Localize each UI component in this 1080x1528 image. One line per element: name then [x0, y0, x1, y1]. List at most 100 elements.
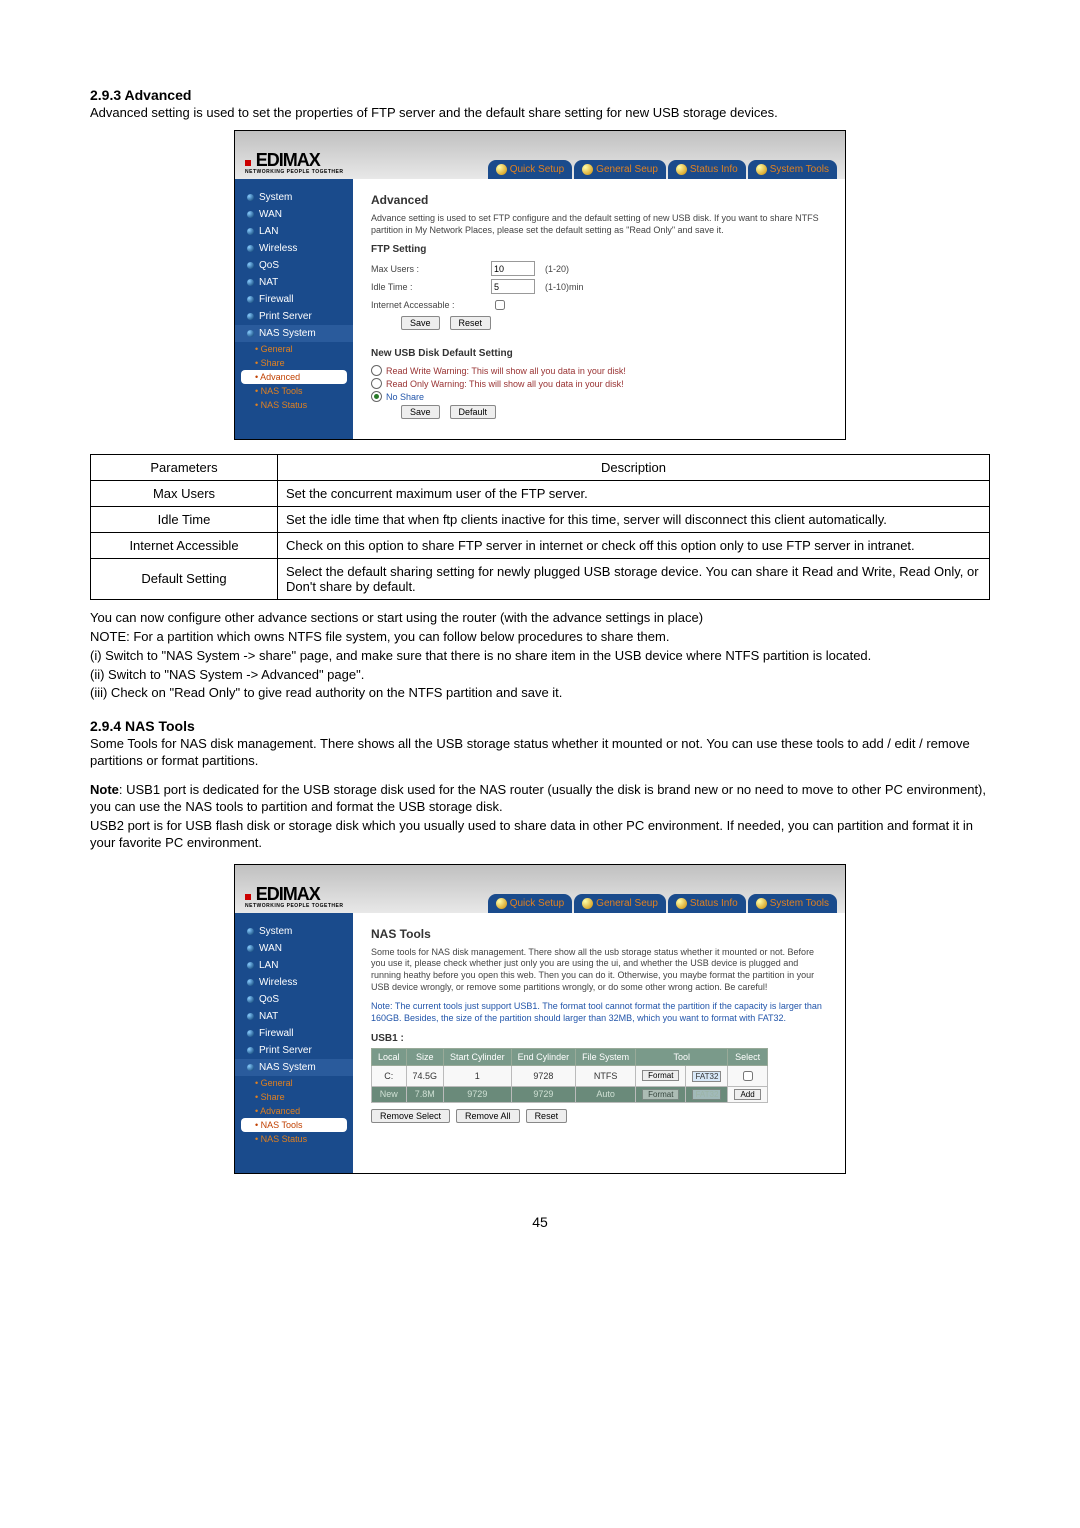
param-name: Max Users: [91, 480, 278, 506]
content-intro: Advance setting is used to set FTP confi…: [371, 213, 827, 236]
sidebar-item-nat[interactable]: NAT: [235, 274, 353, 291]
remove-select-button[interactable]: Remove Select: [371, 1109, 450, 1123]
radio-read-only[interactable]: Read Only Warning: This will show all yo…: [371, 378, 827, 389]
max-users-input[interactable]: [491, 261, 535, 276]
sidebar-sub-advanced[interactable]: • Advanced: [241, 370, 347, 384]
cell-tool-sel: FAT32: [686, 1086, 728, 1102]
section-intro-advanced: Advanced setting is used to set the prop…: [90, 105, 990, 122]
sidebar-item-qos[interactable]: QoS: [235, 991, 353, 1008]
bullet-icon: [247, 330, 254, 337]
sidebar-item-wireless[interactable]: Wireless: [235, 974, 353, 991]
sidebar-item-firewall[interactable]: Firewall: [235, 1025, 353, 1042]
cell-tool-sel: FAT32: [686, 1065, 728, 1086]
add-button[interactable]: Add: [734, 1089, 760, 1100]
sidebar-sub-nas-status[interactable]: • NAS Status: [235, 398, 353, 412]
sidebar-item-wan[interactable]: WAN: [235, 940, 353, 957]
idle-time-range: (1-10)min: [545, 282, 584, 292]
bullet-icon: [247, 1064, 254, 1071]
remove-all-button[interactable]: Remove All: [456, 1109, 520, 1123]
sidebar-sub-nas-tools[interactable]: • NAS Tools: [235, 384, 353, 398]
sidebar-item-print-server[interactable]: Print Server: [235, 308, 353, 325]
sidebar-item-print-server[interactable]: Print Server: [235, 1042, 353, 1059]
format-button: Format: [642, 1089, 679, 1100]
th-local: Local: [372, 1048, 407, 1065]
nav-tabs: Quick Setup General Seup Status Info Sys…: [488, 160, 837, 179]
nas-tools-note: Note: USB1 port is dedicated for the USB…: [90, 782, 990, 816]
bullet-icon: [247, 1013, 254, 1020]
advance-note-p2: NOTE: For a partition which owns NTFS fi…: [90, 629, 990, 646]
th-description: Description: [278, 454, 990, 480]
bullet-icon: [247, 313, 254, 320]
sidebar: System WAN LAN Wireless QoS NAT Firewall…: [235, 179, 353, 439]
tab-general-setup[interactable]: General Seup: [574, 160, 666, 179]
bullet-icon: [247, 996, 254, 1003]
nas-tools-intro: Some Tools for NAS disk management. Ther…: [90, 736, 990, 770]
format-select[interactable]: FAT32: [692, 1071, 721, 1082]
sidebar-sub-share[interactable]: • Share: [235, 356, 353, 370]
sidebar-item-wan[interactable]: WAN: [235, 206, 353, 223]
idle-time-input[interactable]: [491, 279, 535, 294]
logo-text: EDIMAX: [256, 150, 320, 170]
tab-status-info[interactable]: Status Info: [668, 894, 746, 913]
tab-quick-setup[interactable]: Quick Setup: [488, 894, 572, 913]
internet-accessible-label: Internet Accessable :: [371, 300, 481, 310]
cell-tool: Format: [636, 1086, 686, 1102]
tab-system-tools[interactable]: System Tools: [748, 160, 837, 179]
advance-note-p1: You can now configure other advance sect…: [90, 610, 990, 627]
tab-icon: [756, 898, 767, 909]
section-title-advanced: 2.9.3 Advanced: [90, 87, 990, 103]
cell-local: C:: [372, 1065, 407, 1086]
th-select: Select: [728, 1048, 767, 1065]
tab-general-setup[interactable]: General Seup: [574, 894, 666, 913]
bullet-icon: [247, 245, 254, 252]
sidebar-item-qos[interactable]: QoS: [235, 257, 353, 274]
format-button[interactable]: Format: [642, 1070, 679, 1081]
cell-fs: Auto: [576, 1086, 636, 1102]
usb-default-button[interactable]: Default: [450, 405, 497, 419]
sidebar-item-nat[interactable]: NAT: [235, 1008, 353, 1025]
tab-icon: [676, 898, 687, 909]
content-note: Note: The current tools just support USB…: [371, 1001, 827, 1024]
tab-system-tools[interactable]: System Tools: [748, 894, 837, 913]
sidebar-sub-general[interactable]: • General: [235, 342, 353, 356]
radio-icon: [371, 378, 382, 389]
logo-text: EDIMAX: [256, 884, 320, 904]
sidebar-sub-nas-tools[interactable]: • NAS Tools: [241, 1118, 347, 1132]
tab-icon: [756, 164, 767, 175]
logo-dot: [245, 160, 251, 166]
sidebar-sub-advanced[interactable]: • Advanced: [235, 1104, 353, 1118]
usb-save-button[interactable]: Save: [401, 405, 440, 419]
table-row-new: New 7.8M 9729 9729 Auto Format FAT32 Add: [372, 1086, 768, 1102]
tab-status-info[interactable]: Status Info: [668, 160, 746, 179]
radio-no-share[interactable]: No Share: [371, 391, 827, 402]
sidebar-sub-share[interactable]: • Share: [235, 1090, 353, 1104]
sidebar-item-wireless[interactable]: Wireless: [235, 240, 353, 257]
select-checkbox[interactable]: [743, 1071, 753, 1081]
max-users-label: Max Users :: [371, 264, 481, 274]
usb-default-title: New USB Disk Default Setting: [371, 348, 827, 359]
ftp-save-button[interactable]: Save: [401, 316, 440, 330]
sidebar-item-nas-system[interactable]: NAS System: [235, 1059, 353, 1076]
radio-icon: [371, 365, 382, 376]
tab-quick-setup[interactable]: Quick Setup: [488, 160, 572, 179]
sidebar-item-lan[interactable]: LAN: [235, 957, 353, 974]
internet-accessible-checkbox[interactable]: [495, 300, 505, 310]
radio-read-write[interactable]: Read Write Warning: This will show all y…: [371, 365, 827, 376]
sidebar-sub-general[interactable]: • General: [235, 1076, 353, 1090]
sidebar-item-system[interactable]: System: [235, 923, 353, 940]
content-intro: Some tools for NAS disk management. Ther…: [371, 947, 827, 994]
reset-button[interactable]: Reset: [526, 1109, 568, 1123]
sidebar-item-system[interactable]: System: [235, 189, 353, 206]
cell-add: Add: [728, 1086, 767, 1102]
ftp-reset-button[interactable]: Reset: [450, 316, 492, 330]
sidebar-sub-nas-status[interactable]: • NAS Status: [235, 1132, 353, 1146]
bullet-icon: [247, 211, 254, 218]
th-end: End Cylinder: [511, 1048, 576, 1065]
sidebar-item-firewall[interactable]: Firewall: [235, 291, 353, 308]
tab-icon: [496, 164, 507, 175]
sidebar-item-nas-system[interactable]: NAS System: [235, 325, 353, 342]
bullet-icon: [247, 279, 254, 286]
radio-icon: [371, 391, 382, 402]
note-label: Note: [90, 782, 119, 797]
sidebar-item-lan[interactable]: LAN: [235, 223, 353, 240]
